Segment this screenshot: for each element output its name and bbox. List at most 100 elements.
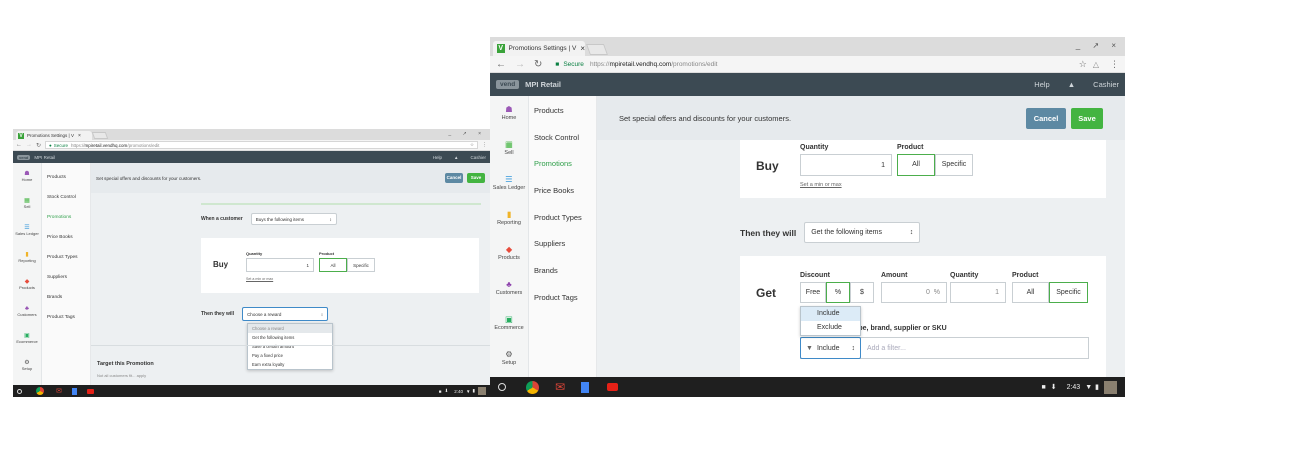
omnibox[interactable]: ■ Secure https://mpiretail.vendhq.com/pr… [550, 57, 1104, 71]
product-all-toggle[interactable]: All [897, 154, 935, 176]
cancel-button[interactable]: Cancel [445, 173, 463, 183]
discount-free-toggle[interactable]: Free [800, 282, 826, 303]
save-button[interactable]: Save [467, 173, 485, 183]
subnav-products[interactable]: Products [534, 106, 596, 133]
gmail-icon[interactable]: ✉ [555, 380, 565, 394]
reward-select[interactable]: Choose a reward ↕ [242, 307, 329, 321]
user-menu[interactable]: Cashier [470, 155, 486, 160]
nav-products[interactable]: ◆ Products [13, 271, 41, 298]
nav-ecommerce[interactable]: ▣ Ecommerce [490, 306, 528, 341]
chrome-icon[interactable] [526, 380, 539, 394]
quantity2-input[interactable]: 1 [950, 282, 1006, 303]
nav-sales-ledger[interactable]: ☰ Sales Ledger [490, 166, 528, 201]
subnav-product-tags[interactable]: Product Tags [47, 315, 90, 335]
back-arrow-icon[interactable]: ← [496, 59, 506, 70]
new-tab-button[interactable] [91, 132, 109, 139]
product-all-toggle[interactable]: All [319, 258, 347, 272]
user-menu[interactable]: Cashier [1093, 80, 1119, 89]
subnav-price-books[interactable]: Price Books [534, 186, 596, 213]
reward-option[interactable]: Save a certain amount [248, 342, 332, 351]
nav-ecommerce[interactable]: ▣ Ecommerce [13, 325, 41, 352]
window-controls[interactable]: _ ↗ × [448, 131, 486, 137]
include-option[interactable]: Include [801, 307, 860, 321]
product-specific-toggle[interactable]: Specific [935, 154, 973, 176]
bell-icon[interactable]: ▲ [1068, 80, 1075, 89]
subnav-brands[interactable]: Brands [534, 266, 596, 293]
docs-icon[interactable] [581, 381, 590, 393]
help-link[interactable]: Help [433, 155, 442, 160]
subnav-product-types[interactable]: Product Types [47, 255, 90, 275]
status-tray[interactable]: ■ ⬇ 2:40 ▼ ▮ [439, 387, 486, 395]
nav-sell[interactable]: ▦ Sell [490, 131, 528, 166]
tab-close-icon[interactable]: × [580, 44, 585, 53]
subnav-suppliers[interactable]: Suppliers [47, 275, 90, 295]
back-arrow-icon[interactable]: ← [16, 142, 22, 148]
chrome-icon[interactable] [36, 387, 44, 395]
subnav-brands[interactable]: Brands [47, 295, 90, 315]
omnibox[interactable]: ● Secure https://mpiretail.vendhq.com/pr… [45, 141, 478, 149]
forward-arrow-icon[interactable]: → [26, 142, 32, 148]
min-max-link[interactable]: Set a min or max [800, 182, 842, 188]
reward-option[interactable]: Pay a fixed price [248, 351, 332, 360]
reward-option[interactable]: Choose a reward [248, 324, 332, 333]
save-button[interactable]: Save [1071, 107, 1103, 129]
product2-specific-toggle[interactable]: Specific [1049, 282, 1088, 303]
launcher-icon[interactable] [498, 383, 506, 391]
browser-tab[interactable]: V Promotions Settings | V × [16, 131, 92, 140]
tab-close-icon[interactable]: × [78, 133, 81, 139]
help-link[interactable]: Help [1034, 80, 1049, 89]
nav-home[interactable]: ☗ Home [490, 96, 528, 131]
bell-icon[interactable]: ▲ [454, 155, 458, 160]
quantity-input[interactable]: 1 [800, 154, 892, 176]
extension-icon[interactable]: △ [1093, 60, 1099, 69]
nav-customers[interactable]: ♣ Customers [13, 298, 41, 325]
launcher-icon[interactable] [17, 388, 22, 394]
add-filter-input[interactable]: Add a filter... [867, 345, 906, 352]
nav-home[interactable]: ☗ Home [13, 163, 41, 190]
subnav-price-books[interactable]: Price Books [47, 235, 90, 255]
forward-arrow-icon[interactable]: → [515, 59, 525, 70]
gmail-icon[interactable]: ✉ [56, 387, 62, 395]
window-controls[interactable]: _ ↗ × [1076, 41, 1121, 50]
nav-customers[interactable]: ♣ Customers [490, 271, 528, 306]
include-select[interactable]: ▼ Include ↕ [800, 337, 861, 359]
subnav-product-tags[interactable]: Product Tags [534, 293, 596, 320]
subnav-stock-control[interactable]: Stock Control [534, 133, 596, 160]
product2-all-toggle[interactable]: All [1012, 282, 1049, 303]
nav-reporting[interactable]: ▮ Reporting [13, 244, 41, 271]
nav-products[interactable]: ◆ Products [490, 236, 528, 271]
star-icon[interactable]: ☆ [470, 142, 474, 148]
subnav-promotions[interactable]: Promotions [534, 159, 596, 186]
star-icon[interactable]: ☆ [1079, 59, 1087, 70]
min-max-link[interactable]: Set a min or max [246, 277, 273, 281]
cancel-button[interactable]: Cancel [1026, 107, 1066, 129]
when-select[interactable]: Buys the following items ↕ [250, 213, 337, 225]
include-option[interactable]: Exclude [801, 321, 860, 335]
browser-tab[interactable]: V Promotions Settings | V × [493, 41, 585, 56]
subnav-stock-control[interactable]: Stock Control [47, 195, 90, 215]
reward-option[interactable]: Earn extra loyalty [248, 360, 332, 369]
reload-icon[interactable]: ↻ [534, 59, 542, 70]
nav-sales-ledger[interactable]: ☰ Sales Ledger [13, 217, 41, 244]
product-specific-toggle[interactable]: Specific [347, 258, 375, 272]
youtube-icon[interactable] [607, 383, 619, 391]
reload-icon[interactable]: ↻ [36, 142, 41, 149]
quantity-input[interactable]: 1 [246, 258, 314, 272]
docs-icon[interactable] [71, 387, 77, 395]
menu-icon[interactable]: ⋮ [482, 142, 487, 148]
subnav-product-types[interactable]: Product Types [534, 213, 596, 240]
subnav-suppliers[interactable]: Suppliers [534, 239, 596, 266]
subnav-products[interactable]: Products [47, 175, 90, 195]
nav-setup[interactable]: ⚙ Setup [13, 352, 41, 379]
subnav-promotions[interactable]: Promotions [47, 215, 90, 235]
reward-option[interactable]: Get the following items [248, 333, 332, 342]
nav-reporting[interactable]: ▮ Reporting [490, 201, 528, 236]
nav-sell[interactable]: ▦ Sell [13, 190, 41, 217]
discount-dollar-toggle[interactable]: $ [850, 282, 874, 303]
nav-setup[interactable]: ⚙ Setup [490, 341, 528, 376]
reward-select[interactable]: Get the following items ↕ [804, 222, 921, 243]
amount-input[interactable]: 0 % [881, 282, 947, 303]
youtube-icon[interactable] [86, 388, 94, 394]
discount-percent-toggle[interactable]: % [826, 282, 850, 303]
menu-icon[interactable]: ⋮ [1110, 59, 1119, 70]
